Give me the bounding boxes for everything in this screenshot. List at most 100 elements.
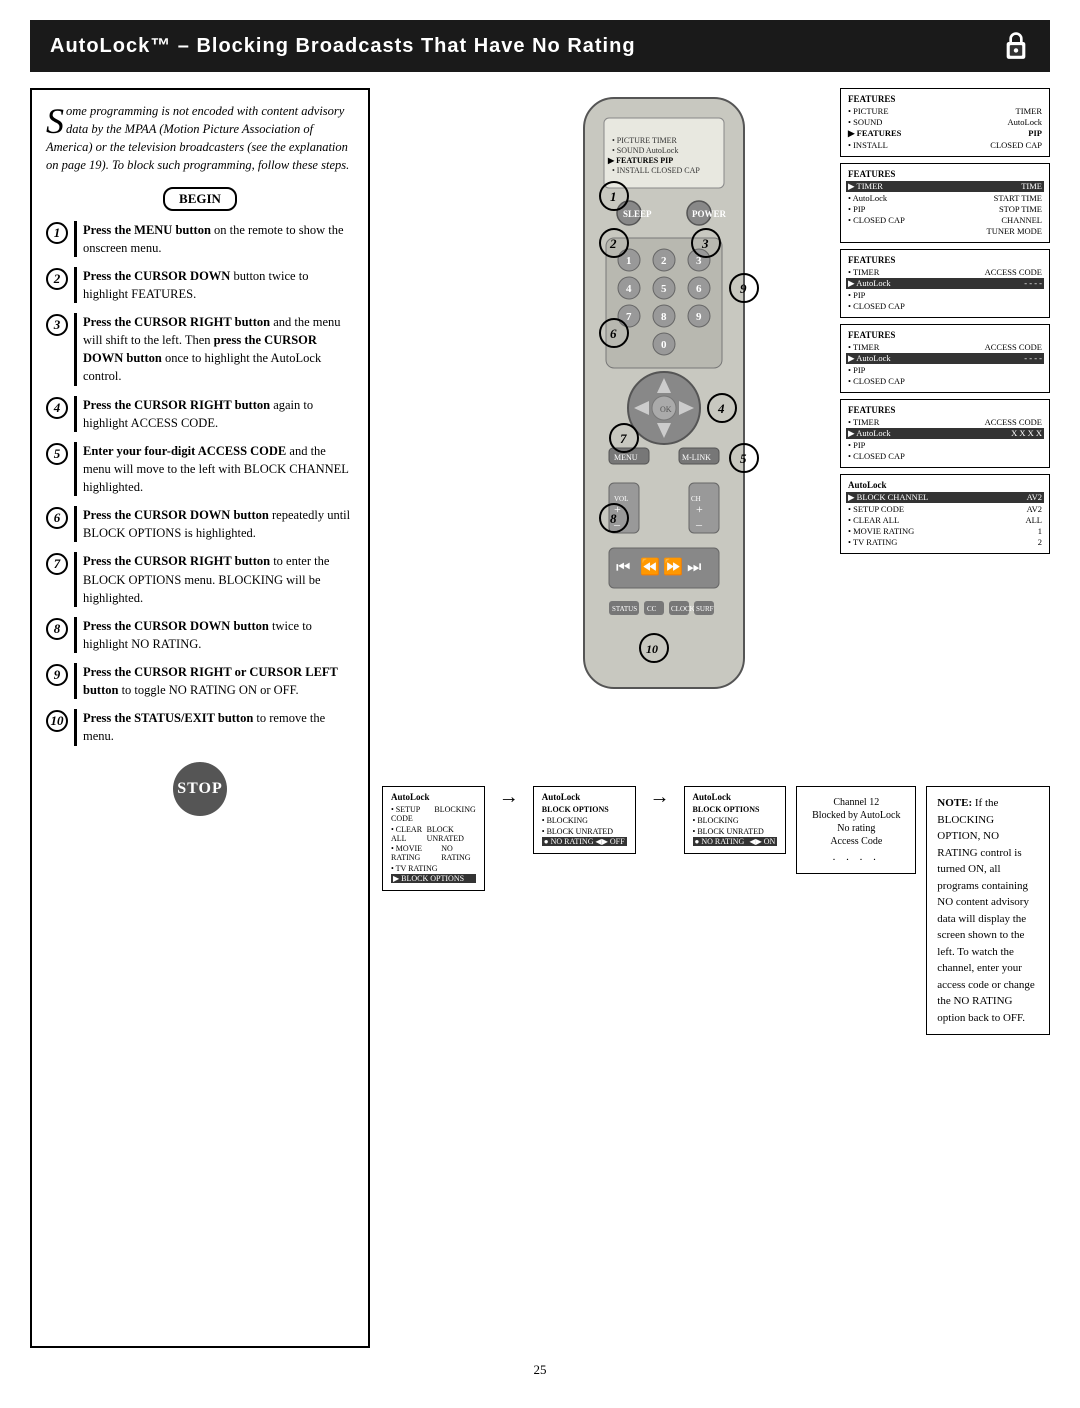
svg-text:0: 0 [661, 339, 667, 351]
svg-text:6: 6 [696, 283, 702, 295]
screen-panel-6: AutoLock ▶ BLOCK CHANNELAV2 • SETUP CODE… [840, 474, 1050, 554]
bs2-subheader: BLOCK OPTIONS [542, 805, 627, 814]
screen-panel-5: FEATURES • TIMERACCESS CODE ▶ AutoLockX … [840, 399, 1050, 468]
svg-text:CLOCK: CLOCK [671, 605, 695, 613]
svg-text:+: + [696, 502, 703, 516]
panel-2-row-1: ▶ TIMERTIME [846, 181, 1044, 192]
panel-4-row-4: • CLOSED CAP [848, 376, 1042, 386]
intro-text: Some programming is not encoded with con… [46, 102, 354, 175]
intro-body: ome programming is not encoded with cont… [46, 104, 349, 172]
left-column: Some programming is not encoded with con… [30, 88, 370, 1348]
step-3: 3 Press the CURSOR RIGHT button and the … [46, 313, 354, 386]
begin-badge: BEGIN [163, 187, 237, 211]
arrow-right-2: → [646, 786, 674, 809]
svg-text:8: 8 [610, 511, 617, 526]
title-bar: AutoLock™ – Blocking Broadcasts That Hav… [30, 20, 1050, 72]
svg-text:7: 7 [626, 311, 632, 323]
step-num-8: 8 [46, 618, 68, 640]
panel-6-row-5: • TV RATING2 [848, 537, 1042, 547]
step-bold-2: Press the CURSOR DOWN [83, 269, 230, 283]
bs1-row3: • MOVIE RATINGNO RATING [391, 844, 476, 862]
panel-4-row-2: ▶ AutoLock- - - - [846, 353, 1044, 364]
step-content-7: Press the CURSOR RIGHT button to enter t… [74, 552, 354, 606]
svg-text:1: 1 [626, 255, 632, 267]
svg-text:SLEEP: SLEEP [623, 209, 652, 219]
svg-text:• INSTALL CLOSED CAP: • INSTALL CLOSED CAP [612, 166, 700, 175]
svg-text:⏪: ⏪ [640, 557, 660, 576]
step-8: 8 Press the CURSOR DOWN button twice to … [46, 617, 354, 653]
bottom-panels-row: AutoLock • SETUP CODEBLOCKING • CLEAR AL… [382, 786, 1050, 1035]
channel-blocked-line4: Access Code [805, 836, 907, 847]
page-number: 25 [30, 1362, 1050, 1378]
step-content-1: Press the MENU button on the remote to s… [74, 221, 354, 257]
step-bold-8: Press the CURSOR DOWN button [83, 619, 269, 633]
step-num-1: 1 [46, 222, 68, 244]
channel-blocked-dots: . . . . [805, 851, 907, 863]
remote-control: • PICTURE TIMER • SOUND AutoLock ▶ FEATU… [524, 88, 844, 748]
panel-2-row-5: TUNER MODE [848, 226, 1042, 236]
bs1-row1: • SETUP CODEBLOCKING [391, 805, 476, 823]
drop-cap: S [46, 105, 64, 137]
screen-panel-1: FEATURES • PICTURETIMER • SOUNDAutoLock … [840, 88, 1050, 157]
screen-panels-right: FEATURES • PICTURETIMER • SOUNDAutoLock … [840, 88, 1050, 554]
panel-6-header: AutoLock [848, 480, 1042, 490]
step-bold-9: Press the CURSOR RIGHT or CURSOR LEFT bu… [83, 665, 338, 697]
stop-circle: STOP [173, 762, 227, 816]
svg-text:MENU: MENU [614, 453, 638, 462]
step-bold-3: Press the CURSOR RIGHT button [83, 315, 270, 329]
panel-4-row-3: • PIP [848, 365, 1042, 375]
svg-text:1: 1 [610, 189, 617, 204]
panel-4-header: FEATURES [848, 330, 1042, 340]
panel-1-row-2: • SOUNDAutoLock [848, 117, 1042, 127]
step-content-4: Press the CURSOR RIGHT button again to h… [74, 396, 354, 432]
step-num-9: 9 [46, 664, 68, 686]
svg-text:10: 10 [646, 642, 658, 656]
bottom-screen-3: AutoLock BLOCK OPTIONS • BLOCKING • BLOC… [684, 786, 787, 854]
panel-3-row-2: ▶ AutoLock- - - - [846, 278, 1044, 289]
panel-5-row-2: ▶ AutoLockX X X X [846, 428, 1044, 439]
screen-panel-2: FEATURES ▶ TIMERTIME • AutoLockSTART TIM… [840, 163, 1050, 243]
svg-text:5: 5 [661, 283, 667, 295]
step-bold-7: Press the CURSOR RIGHT button [83, 554, 270, 568]
right-column: FEATURES • PICTURETIMER • SOUNDAutoLock … [382, 88, 1050, 1348]
bs2-row1: • BLOCKING [542, 816, 627, 825]
step-content-2: Press the CURSOR DOWN button twice to hi… [74, 267, 354, 303]
panel-5-header: FEATURES [848, 405, 1042, 415]
svg-text:CC: CC [647, 605, 657, 613]
lock-icon [1002, 30, 1030, 62]
step-2: 2 Press the CURSOR DOWN button twice to … [46, 267, 354, 303]
panel-6-row-3: • CLEAR ALLALL [848, 515, 1042, 525]
step-content-8: Press the CURSOR DOWN button twice to hi… [74, 617, 354, 653]
remote-svg: • PICTURE TIMER • SOUND AutoLock ▶ FEATU… [524, 88, 804, 708]
step-bold-3b: press the CURSOR DOWN button [83, 333, 317, 365]
bs2-header: AutoLock [542, 792, 627, 802]
bs1-row2: • CLEAR ALLBLOCK UNRATED [391, 825, 476, 843]
step-content-6: Press the CURSOR DOWN button repeatedly … [74, 506, 354, 542]
panel-1-row-4: • INSTALLCLOSED CAP [848, 140, 1042, 150]
channel-blocked-line3: No rating [805, 823, 907, 834]
step-num-2: 2 [46, 268, 68, 290]
bs2-row2: • BLOCK UNRATED [542, 827, 627, 836]
note-box: NOTE: If the BLOCKING OPTION, NO RATING … [926, 786, 1050, 1035]
panel-3-row-1: • TIMERACCESS CODE [848, 267, 1042, 277]
bs3-row1: • BLOCKING [693, 816, 778, 825]
svg-text:4: 4 [626, 283, 632, 295]
svg-text:M-LINK: M-LINK [682, 453, 711, 462]
step-bold-4: Press the CURSOR RIGHT button [83, 398, 270, 412]
arrow-right-1: → [495, 786, 523, 809]
svg-text:2: 2 [661, 255, 667, 267]
panel-2-row-2: • AutoLockSTART TIME [848, 193, 1042, 203]
step-content-5: Enter your four-digit ACCESS CODE and th… [74, 442, 354, 496]
panel-1-row-3: ▶ FEATURESPIP [848, 128, 1042, 139]
note-text: If the BLOCKING OPTION, NO RATING contro… [937, 797, 1034, 1024]
step-num-4: 4 [46, 397, 68, 419]
note-label: NOTE: [937, 797, 972, 809]
step-content-9: Press the CURSOR RIGHT or CURSOR LEFT bu… [74, 663, 354, 699]
screen-panel-4: FEATURES • TIMERACCESS CODE ▶ AutoLock- … [840, 324, 1050, 393]
step-num-10: 10 [46, 710, 68, 732]
bottom-screen-2: AutoLock BLOCK OPTIONS • BLOCKING • BLOC… [533, 786, 636, 854]
svg-text:6: 6 [610, 326, 617, 341]
svg-text:5: 5 [740, 451, 747, 466]
svg-text:–: – [695, 517, 703, 531]
panel-3-header: FEATURES [848, 255, 1042, 265]
